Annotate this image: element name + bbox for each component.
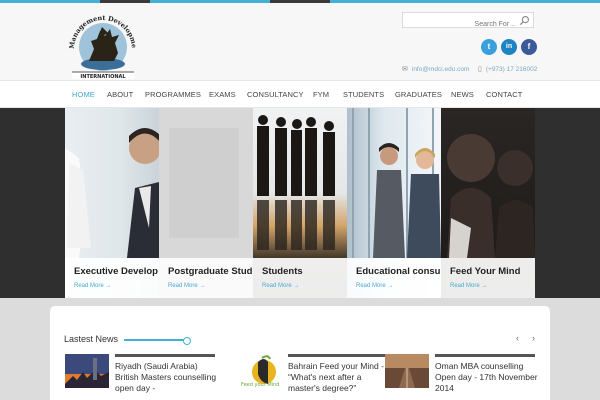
read-more-link[interactable]: Read More → [74, 283, 111, 289]
slide-caption: Educational consult Read More → [347, 258, 441, 298]
nav-exams[interactable]: EXAMS [209, 81, 236, 108]
twitter-icon[interactable]: t [481, 39, 497, 55]
slide-title: Students [262, 266, 303, 277]
nav-about[interactable]: ABOUT [107, 81, 133, 108]
news-thumbnail: Feed your Mind [238, 354, 282, 388]
news-headline[interactable]: Bahrain Feed your Mind - “What's next af… [288, 361, 392, 394]
chevron-left-icon[interactable]: ‹ [516, 333, 519, 343]
nav-contact[interactable]: CONTACT [486, 81, 522, 108]
envelope-icon: ✉ [402, 66, 408, 73]
nav-students[interactable]: STUDENTS [343, 81, 384, 108]
nav-news[interactable]: NEWS [451, 81, 474, 108]
news-headline[interactable]: Oman MBA counselling Open day - 17th Nov… [435, 361, 539, 394]
news-thumbnail [385, 354, 429, 388]
main-nav: HOME ABOUT PROGRAMMES EXAMS CONSULTANCY … [0, 80, 600, 108]
slide-title: Educational consult [356, 266, 441, 277]
phone-number: (+973) 17 216002 [485, 66, 538, 73]
chevron-right-icon[interactable]: › [532, 333, 535, 343]
slide-educational-consult[interactable]: Educational consult Read More → [347, 108, 441, 298]
email-contact: ✉ info@mdci.edu.com [402, 65, 469, 73]
read-more-link[interactable]: Read More → [168, 283, 205, 289]
item-top-border [435, 354, 535, 357]
phone-icon: ▯ [478, 66, 482, 73]
item-top-border [288, 354, 388, 357]
site-logo[interactable]: Management Development Centre INTERNATIO… [61, 3, 142, 81]
nav-consultancy[interactable]: CONSULTANCY [247, 81, 304, 108]
facebook-icon[interactable]: f [521, 39, 537, 55]
slide-executive[interactable]: Executive Develop Read More → [65, 108, 159, 298]
slide-caption: Postgraduate Studi Read More → [159, 258, 253, 298]
slide-caption: Students Read More → [253, 258, 347, 298]
accordion-slider: Executive Develop Read More → Postgradua… [0, 108, 600, 298]
nav-graduates[interactable]: GRADUATES [395, 81, 442, 108]
slide-caption: Feed Your Mind Read More → [441, 258, 535, 298]
search-icon[interactable] [519, 15, 530, 26]
read-more-link[interactable]: Read More → [262, 283, 299, 289]
slide-postgraduate[interactable]: Postgraduate Studi Read More → [159, 108, 253, 298]
nav-programmes[interactable]: PROGRAMMES [145, 81, 201, 108]
slide-caption: Executive Develop Read More → [65, 258, 159, 298]
slide-title: Postgraduate Studi [168, 266, 253, 277]
news-thumbnail [65, 354, 109, 388]
slide-title: Feed Your Mind [450, 266, 521, 277]
slide-feed-your-mind[interactable]: Feed Your Mind Read More → [441, 108, 535, 298]
linkedin-icon[interactable]: in [501, 39, 517, 55]
section-title: Lastest News [64, 334, 119, 344]
item-top-border [115, 354, 215, 357]
nav-home[interactable]: HOME [72, 81, 95, 108]
search-box [402, 12, 534, 32]
email-link[interactable]: info@mdci.edu.com [412, 66, 470, 73]
title-underline [124, 337, 191, 345]
thumbnail-caption: Feed your Mind [241, 382, 279, 388]
read-more-link[interactable]: Read More → [356, 283, 393, 289]
news-headline[interactable]: Riyadh (Saudi Arabia) British Masters co… [115, 361, 219, 394]
search-input[interactable] [403, 17, 515, 32]
latest-news-section: Lastest News ‹ › Riyadh (Saudi Arabia) B… [50, 306, 550, 400]
slide-title: Executive Develop [74, 266, 158, 277]
read-more-link[interactable]: Read More → [450, 283, 487, 289]
site-header: Management Development Centre INTERNATIO… [0, 3, 600, 80]
nav-fym[interactable]: FYM [313, 81, 329, 108]
slide-students[interactable]: Students Read More → [253, 108, 347, 298]
phone-contact: ▯ (+973) 17 216002 [478, 65, 537, 73]
